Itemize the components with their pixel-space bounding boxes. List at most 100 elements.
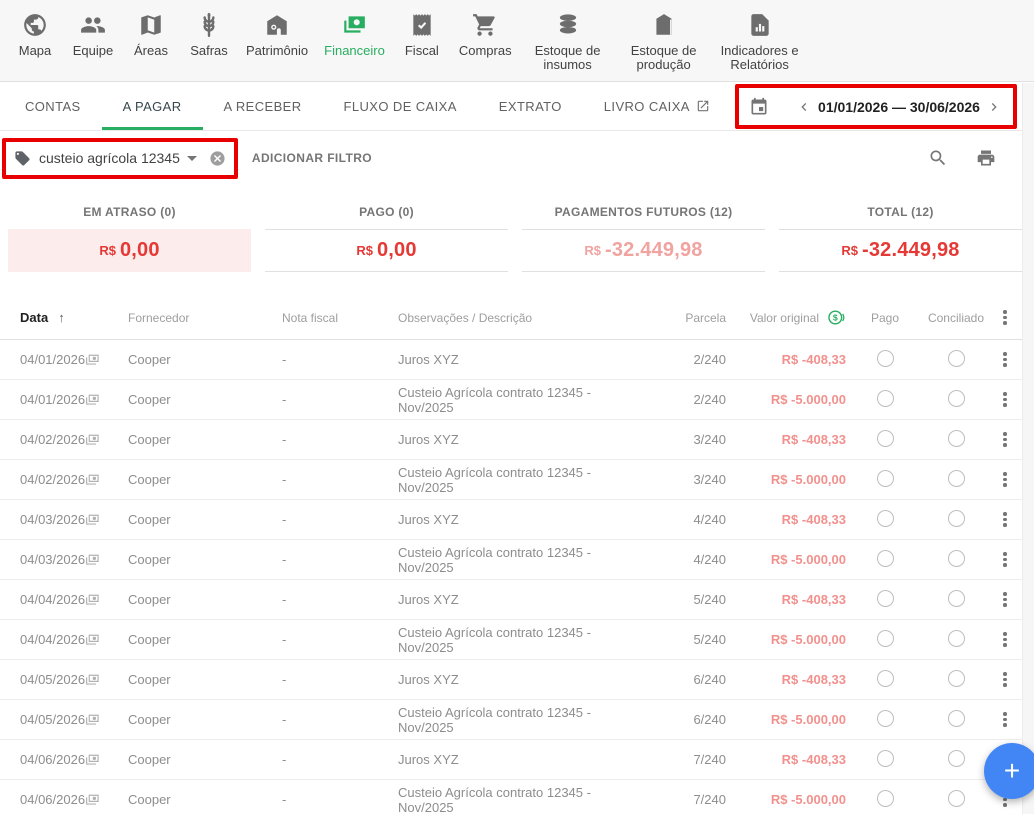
column-header-valor-original[interactable]: Valor original$ [726, 308, 846, 327]
payable-money-icon[interactable] [84, 552, 100, 568]
row-menu-button[interactable] [998, 629, 1012, 651]
paid-radio[interactable] [877, 710, 894, 727]
paid-radio[interactable] [877, 750, 894, 767]
row-menu-button[interactable] [998, 589, 1012, 611]
reconciled-radio[interactable] [948, 630, 965, 647]
tab-a-receber[interactable]: A RECEBER [203, 82, 323, 130]
nav-item-compras[interactable]: Compras [451, 8, 520, 60]
row-menu-button[interactable] [998, 669, 1012, 691]
scrollbar-track[interactable] [1022, 83, 1034, 814]
tab-livro-caixa[interactable]: LIVRO CAIXA [583, 82, 731, 130]
table-row[interactable]: 04/05/2026 Cooper - Custeio Agrícola con… [0, 700, 1022, 740]
table-menu-button[interactable] [998, 307, 1012, 329]
paid-radio[interactable] [877, 790, 894, 807]
nav-item-patrimonio[interactable]: Patrimônio [238, 8, 316, 60]
nav-item-safras[interactable]: Safras [180, 8, 238, 60]
row-menu-button[interactable] [998, 469, 1012, 491]
clear-filter-icon[interactable] [209, 150, 226, 167]
search-icon[interactable] [926, 146, 950, 170]
column-header-nota-fiscal[interactable]: Nota fiscal [268, 311, 384, 325]
tab-contas[interactable]: CONTAS [4, 82, 102, 130]
table-row[interactable]: 04/06/2026 Cooper - Custeio Agrícola con… [0, 780, 1022, 814]
payable-money-icon[interactable] [84, 632, 100, 648]
row-menu-button[interactable] [998, 549, 1012, 571]
reconciled-radio[interactable] [948, 550, 965, 567]
paid-radio[interactable] [877, 350, 894, 367]
table-row[interactable]: 04/04/2026 Cooper - Custeio Agrícola con… [0, 620, 1022, 660]
reconciled-radio[interactable] [948, 390, 965, 407]
table-row[interactable]: 04/01/2026 Cooper - Custeio Agrícola con… [0, 380, 1022, 420]
row-menu-button[interactable] [998, 509, 1012, 531]
nav-item-financeiro[interactable]: Financeiro [316, 8, 393, 60]
row-menu-button[interactable] [998, 349, 1012, 371]
column-header-observacoes[interactable]: Observações / Descrição [384, 311, 650, 325]
next-period-button[interactable] [985, 98, 1003, 116]
column-header-pago[interactable]: Pago [871, 311, 899, 325]
payable-money-icon[interactable] [84, 712, 100, 728]
previous-period-button[interactable] [795, 98, 813, 116]
sort-ascending-icon[interactable]: ↑ [58, 310, 65, 325]
summary-card-pagamentos-futuros[interactable]: PAGAMENTOS FUTUROS (12) R$-32.449,98 [522, 199, 765, 272]
payable-money-icon[interactable] [84, 792, 100, 808]
column-header-fornecedor[interactable]: Fornecedor [114, 311, 268, 325]
paid-radio[interactable] [877, 590, 894, 607]
paid-radio[interactable] [877, 510, 894, 527]
payable-money-icon[interactable] [84, 432, 100, 448]
nav-item-equipe[interactable]: Equipe [64, 8, 122, 60]
paid-radio[interactable] [877, 550, 894, 567]
payable-money-icon[interactable] [84, 592, 100, 608]
reconciled-radio[interactable] [948, 710, 965, 727]
nav-item-areas[interactable]: Áreas [122, 8, 180, 60]
nav-item-estoque-insumos[interactable]: Estoque de insumos [520, 8, 616, 74]
payable-money-icon[interactable] [84, 512, 100, 528]
reconciled-radio[interactable] [948, 350, 965, 367]
add-filter-button[interactable]: ADICIONAR FILTRO [252, 151, 372, 165]
column-header-data[interactable]: Data↑ [20, 310, 84, 325]
table-row[interactable]: 04/02/2026 Cooper - Juros XYZ 3/240 R$ -… [0, 420, 1022, 460]
add-entry-fab[interactable]: + [984, 743, 1034, 799]
table-row[interactable]: 04/01/2026 Cooper - Juros XYZ 2/240 R$ -… [0, 340, 1022, 380]
payable-money-icon[interactable] [84, 472, 100, 488]
reconciled-radio[interactable] [948, 670, 965, 687]
nav-item-mapa[interactable]: Mapa [6, 8, 64, 60]
column-header-conciliado[interactable]: Conciliado [928, 311, 984, 325]
paid-radio[interactable] [877, 630, 894, 647]
reconciled-radio[interactable] [948, 470, 965, 487]
table-row[interactable]: 04/02/2026 Cooper - Custeio Agrícola con… [0, 460, 1022, 500]
table-row[interactable]: 04/06/2026 Cooper - Juros XYZ 7/240 R$ -… [0, 740, 1022, 780]
nav-item-estoque-producao[interactable]: Estoque de produção [616, 8, 712, 74]
reconciled-radio[interactable] [948, 510, 965, 527]
table-row[interactable]: 04/05/2026 Cooper - Juros XYZ 6/240 R$ -… [0, 660, 1022, 700]
nav-item-indicadores[interactable]: Indicadores e Relatórios [712, 8, 808, 74]
payable-money-icon[interactable] [84, 392, 100, 408]
paid-radio[interactable] [877, 430, 894, 447]
summary-card-em-atraso[interactable]: EM ATRASO (0) R$0,00 [8, 199, 251, 272]
row-menu-button[interactable] [998, 429, 1012, 451]
row-menu-button[interactable] [998, 389, 1012, 411]
paid-radio[interactable] [877, 670, 894, 687]
calendar-icon[interactable] [749, 97, 769, 117]
paid-radio[interactable] [877, 470, 894, 487]
tab-fluxo-de-caixa[interactable]: FLUXO DE CAIXA [323, 82, 478, 130]
reconciled-radio[interactable] [948, 790, 965, 807]
date-range-value[interactable]: 01/01/2026 — 30/06/2026 [813, 99, 985, 115]
table-row[interactable]: 04/03/2026 Cooper - Custeio Agrícola con… [0, 540, 1022, 580]
reconciled-radio[interactable] [948, 430, 965, 447]
nav-item-fiscal[interactable]: Fiscal [393, 8, 451, 60]
payable-money-icon[interactable] [84, 352, 100, 368]
tab-extrato[interactable]: EXTRATO [478, 82, 583, 130]
print-icon[interactable] [974, 146, 998, 170]
summary-card-pago[interactable]: PAGO (0) R$0,00 [265, 199, 508, 272]
reconciled-radio[interactable] [948, 590, 965, 607]
summary-card-total[interactable]: TOTAL (12) R$-32.449,98 [779, 199, 1022, 272]
table-row[interactable]: 04/03/2026 Cooper - Juros XYZ 4/240 R$ -… [0, 500, 1022, 540]
row-menu-button[interactable] [998, 709, 1012, 731]
tab-a-pagar[interactable]: A PAGAR [102, 82, 203, 130]
filter-chip[interactable]: custeio agrícola 12345 [14, 150, 197, 167]
payable-money-icon[interactable] [84, 672, 100, 688]
column-header-parcela[interactable]: Parcela [650, 311, 726, 325]
payable-money-icon[interactable] [84, 752, 100, 768]
reconciled-radio[interactable] [948, 750, 965, 767]
paid-radio[interactable] [877, 390, 894, 407]
table-row[interactable]: 04/04/2026 Cooper - Juros XYZ 5/240 R$ -… [0, 580, 1022, 620]
